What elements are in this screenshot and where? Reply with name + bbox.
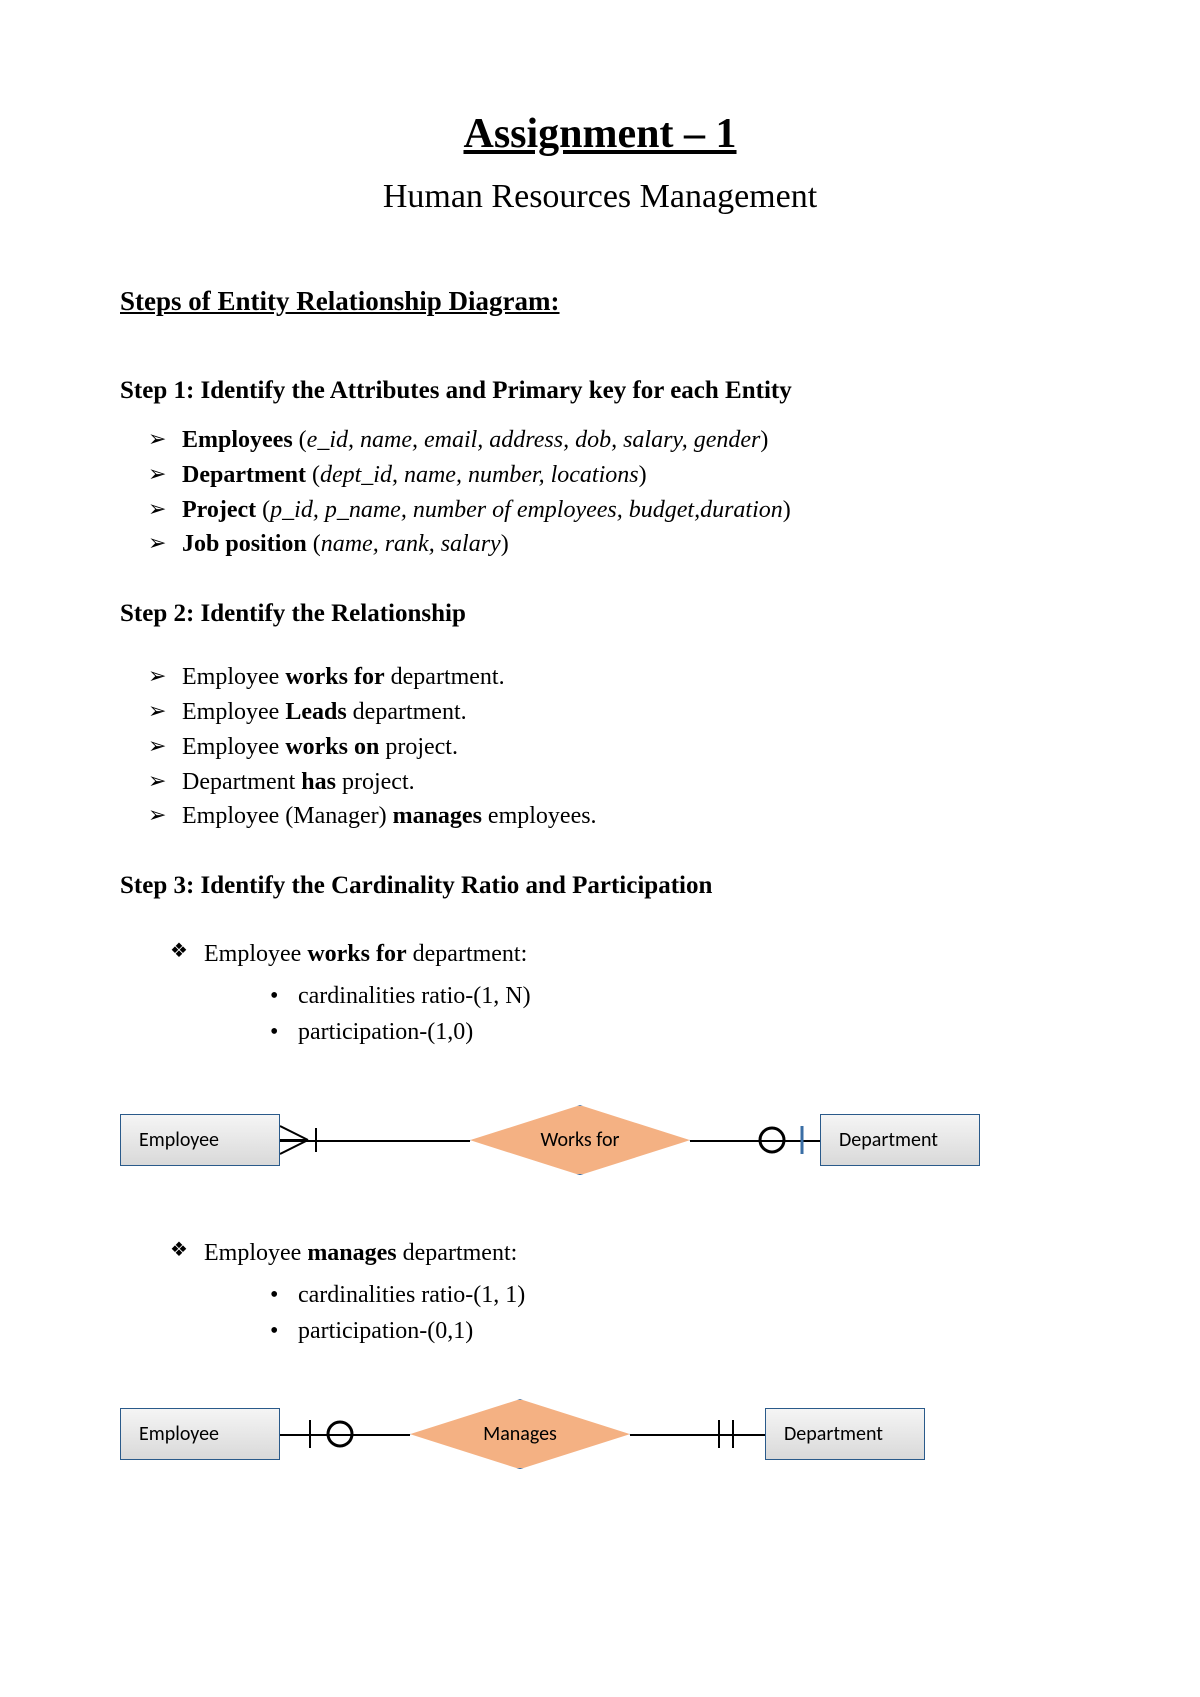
list-item: Department (dept_id, name, number, locat… [148, 458, 1080, 493]
entity-label: Employee [139, 1128, 219, 1152]
relationship-name: manages [393, 803, 482, 829]
one-circle-icon [300, 1414, 370, 1454]
step-2-heading: Step 2: Identify the Relationship [120, 600, 1080, 628]
text: ) [760, 427, 768, 453]
text: ( [313, 531, 321, 557]
text: Employee [182, 699, 285, 725]
text: employees. [482, 803, 597, 829]
step-2-list: Employee works for department. Employee … [120, 660, 1080, 834]
cardinality-case: Employee manages department: [170, 1235, 1080, 1271]
entity-name: Employees [182, 427, 293, 453]
entity-name: Project [182, 497, 256, 523]
cardinality-case: Employee works for department: [170, 936, 1080, 972]
text: Department [182, 769, 301, 795]
relationship-diamond: Manages [410, 1399, 630, 1469]
relationship-name: works on [285, 734, 379, 760]
text: ( [312, 462, 320, 488]
step-1-list: Employees (e_id, name, email, address, d… [120, 423, 1080, 562]
list-item: Employee Leads department. [148, 695, 1080, 730]
relationship-diamond: Works for [470, 1105, 690, 1175]
entity-name: Job position [182, 531, 307, 557]
list-item: cardinalities ratio-(1, 1) [270, 1277, 1080, 1313]
step-3-block: Step 3: Identify the Cardinality Ratio a… [120, 872, 1080, 1474]
entity-name: Department [182, 462, 306, 488]
er-diagram-works-for: Employee Works for Department [120, 1100, 1080, 1180]
list-item: Project (p_id, p_name, number of employe… [148, 493, 1080, 528]
relationship-label: Manages [483, 1422, 557, 1446]
relationship-name: works for [307, 941, 406, 967]
one-one-icon [705, 1414, 755, 1454]
step-3-heading: Step 3: Identify the Cardinality Ratio a… [120, 872, 1080, 900]
text: department. [385, 664, 505, 690]
relationship-name: has [301, 769, 336, 795]
text: Employee [182, 664, 285, 690]
page-subtitle: Human Resources Management [120, 178, 1080, 216]
entity-department: Department [765, 1408, 925, 1460]
relationship-name: manages [307, 1240, 396, 1266]
list-item: participation-(1,0) [270, 1014, 1080, 1050]
list-item: cardinalities ratio-(1, N) [270, 978, 1080, 1014]
er-diagram-manages: Employee Manages Department [120, 1394, 1080, 1474]
cardinality-bullets: cardinalities ratio-(1, N) participation… [120, 978, 1080, 1050]
list-item: Employees (e_id, name, email, address, d… [148, 423, 1080, 458]
text: ) [783, 497, 791, 523]
text: ) [501, 531, 509, 557]
step-2-block: Step 2: Identify the Relationship Employ… [120, 600, 1080, 834]
entity-department: Department [820, 1114, 980, 1166]
text: department: [397, 1240, 518, 1266]
text: ) [639, 462, 647, 488]
text: project. [379, 734, 458, 760]
entity-label: Employee [139, 1422, 219, 1446]
entity-attrs: e_id, name, email, address, dob, salary,… [307, 427, 761, 453]
list-item: Employee works on project. [148, 730, 1080, 765]
section-heading: Steps of Entity Relationship Diagram: [120, 286, 1080, 317]
step-1-block: Step 1: Identify the Attributes and Prim… [120, 377, 1080, 562]
text: department. [347, 699, 467, 725]
text: project. [336, 769, 415, 795]
text: Employee [204, 941, 307, 967]
text: Employee [182, 734, 285, 760]
list-item: Employee works for department. [148, 660, 1080, 695]
step-1-heading: Step 1: Identify the Attributes and Prim… [120, 377, 1080, 405]
text: Employee [204, 1240, 307, 1266]
circle-one-icon [750, 1120, 820, 1160]
text: department: [407, 941, 528, 967]
list-item: Job position (name, rank, salary) [148, 527, 1080, 562]
list-item: Employee (Manager) manages employees. [148, 799, 1080, 834]
relationship-label: Works for [541, 1128, 620, 1152]
cardinality-bullets: cardinalities ratio-(1, 1) participation… [120, 1277, 1080, 1349]
entity-label: Department [784, 1422, 883, 1446]
entity-attrs: name, rank, salary [321, 531, 501, 557]
page-title: Assignment – 1 [120, 110, 1080, 158]
entity-attrs: p_id, p_name, number of employees, budge… [270, 497, 783, 523]
text: ( [299, 427, 307, 453]
entity-label: Department [839, 1128, 938, 1152]
entity-attrs: dept_id, name, number, locations [320, 462, 639, 488]
text: Employee (Manager) [182, 803, 393, 829]
list-item: participation-(0,1) [270, 1313, 1080, 1349]
entity-employee: Employee [120, 1114, 280, 1166]
relationship-name: works for [285, 664, 384, 690]
text: ( [262, 497, 270, 523]
entity-employee: Employee [120, 1408, 280, 1460]
list-item: Department has project. [148, 765, 1080, 800]
relationship-name: Leads [285, 699, 346, 725]
crowfoot-one-icon [280, 1120, 326, 1160]
